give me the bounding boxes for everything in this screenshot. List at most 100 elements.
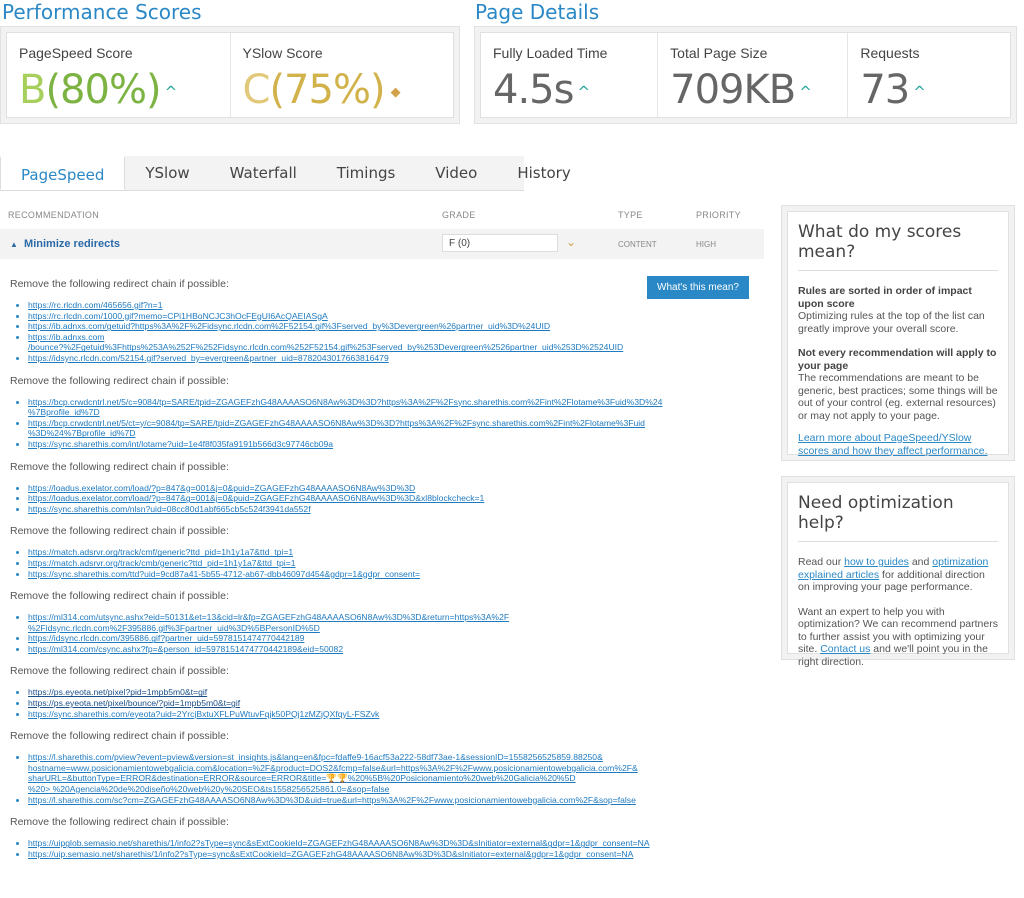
redirect-url-link[interactable]: https://ps.eyeota.net/pixel/bounce/?pid=… — [28, 698, 240, 708]
trend-up-icon: ^ — [799, 83, 812, 101]
type-value: CONTENT — [618, 240, 657, 249]
scores-help-heading-1: Rules are sorted in order of impact upon… — [798, 285, 972, 310]
redirect-url-list: https://uipglob.semasio.net/sharethis/1/… — [10, 838, 750, 859]
list-item: https://sync.sharethis.com/ttd?uid=9cd87… — [28, 569, 750, 580]
help-text-fragment: Read our — [798, 556, 845, 568]
trend-up-icon: ^ — [164, 83, 178, 101]
list-item: https://ml314.com/csync.ashx?fp=&person_… — [28, 644, 750, 655]
redirect-url-link[interactable]: https://idsync.rlcdn.com/395886.gif?part… — [28, 633, 304, 643]
redirect-url-link[interactable]: https://sync.sharethis.com/int/lotame?ui… — [28, 439, 333, 449]
redirect-url-link[interactable]: https://ml314.com/utsync.ashx?eid=50131&… — [28, 612, 509, 633]
redirect-chain-heading: Remove the following redirect chain if p… — [10, 278, 229, 290]
requests-number: 73 — [860, 67, 910, 113]
list-item: https://ps.eyeota.net/pixel?pid=1mpb5m0&… — [28, 687, 750, 698]
list-item: https://ib.adnxs.com/getuid?https%3A%2F%… — [28, 321, 750, 332]
report-tabs: PageSpeed YSlow Waterfall Timings Video … — [0, 156, 571, 191]
redirect-url-list: https://ml314.com/utsync.ashx?eid=50131&… — [10, 612, 750, 654]
collapse-triangle-icon: ▲ — [10, 240, 18, 249]
redirect-url-link[interactable]: https://ib.adnxs.com /bounce?%2Fgetuid%3… — [28, 332, 623, 353]
scores-help-panel: What do my scores mean? Rules are sorted… — [781, 205, 1015, 461]
redirect-chain-group: Remove the following redirect chain if p… — [10, 278, 750, 364]
redirect-url-link[interactable]: https://ib.adnxs.com/getuid?https%3A%2F%… — [28, 321, 550, 331]
redirect-url-link[interactable]: https://rc.rlcdn.com/465656.gif?n=1 — [28, 300, 162, 310]
redirect-url-link[interactable]: https://idsync.rlcdn.com/52154.gif?serve… — [28, 353, 389, 363]
redirect-chain-heading: Remove the following redirect chain if p… — [10, 374, 229, 387]
redirect-url-list: https://l.sharethis.com/pview?event=pvie… — [10, 752, 750, 805]
tab-video[interactable]: Video — [415, 156, 497, 190]
learn-more-link[interactable]: Learn more about PageSpeed/YSlow scores … — [798, 432, 988, 457]
tab-timings[interactable]: Timings — [317, 156, 416, 190]
yslow-score-cell[interactable]: YSlow Score C(75%) ◆ — [231, 33, 454, 117]
redirect-url-link[interactable]: https://l.sharethis.com/pview?event=pvie… — [28, 752, 638, 794]
performance-scores-panel: PageSpeed Score B(80%) ^ YSlow Score C(75… — [0, 26, 460, 124]
redirect-url-link[interactable]: https://ps.eyeota.net/pixel?pid=1mpb5m0&… — [28, 687, 207, 697]
redirect-chain-group: Remove the following redirect chain if p… — [10, 525, 750, 579]
redirect-url-link[interactable]: https://l.sharethis.com/sc?cm=ZGAGEFzhG4… — [28, 795, 636, 805]
redirect-chain-heading: Remove the following redirect chain if p… — [10, 590, 229, 603]
contact-us-link[interactable]: Contact us — [820, 643, 870, 655]
list-item: https://uipglob.semasio.net/sharethis/1/… — [28, 838, 750, 849]
tab-history[interactable]: History — [497, 156, 590, 190]
recommendation-row[interactable]: ▲ Minimize redirects F (0) ⌄ CONTENT HIG… — [0, 229, 764, 259]
redirect-chain-heading: Remove the following redirect chain if p… — [10, 665, 229, 678]
redirect-url-link[interactable]: https://loadus.exelator.com/load/?p=847&… — [28, 483, 415, 493]
page-details-title: Page Details — [475, 0, 600, 24]
redirect-url-link[interactable]: https://sync.sharethis.com/nlsn?uid=08cc… — [28, 504, 311, 514]
list-item: https://uip.semasio.net/sharethis/1/info… — [28, 849, 750, 860]
list-item: https://match.adsrvr.org/track/cmb/gener… — [28, 558, 750, 569]
chevron-down-icon[interactable]: ⌄ — [566, 235, 576, 249]
pagespeed-percent: (80%) — [45, 67, 161, 113]
page-size-value: 709KB ^ — [670, 67, 835, 113]
redirect-url-link[interactable]: https://ml314.com/csync.ashx?fp=&person_… — [28, 644, 343, 654]
optimization-help-text-2: Want an expert to help you with optimiza… — [798, 606, 998, 669]
page-size-label: Total Page Size — [670, 45, 768, 61]
redirect-url-link[interactable]: https://bcp.crwdcntrl.net/5/c=9084/tp=SA… — [28, 397, 662, 418]
redirect-url-link[interactable]: https://sync.sharethis.com/eyeota?uid=2Y… — [28, 709, 379, 719]
redirect-url-link[interactable]: https://uipglob.semasio.net/sharethis/1/… — [28, 838, 650, 848]
trend-up-icon: ^ — [577, 83, 590, 101]
list-item: https://rc.rlcdn.com/1000.gif?memo=CPi1H… — [28, 311, 750, 322]
pagespeed-score-label: PageSpeed Score — [19, 45, 133, 61]
pagespeed-score-cell[interactable]: PageSpeed Score B(80%) ^ — [7, 33, 231, 117]
redirect-url-link[interactable]: https://sync.sharethis.com/ttd?uid=9cd87… — [28, 569, 420, 579]
page-details-panel: Fully Loaded Time 4.5s ^ Total Page Size … — [474, 26, 1017, 124]
redirect-chain-group: Remove the following redirect chain if p… — [10, 375, 750, 450]
help-text-fragment: and — [908, 556, 933, 568]
redirect-chain-heading: Remove the following redirect chain if p… — [10, 816, 229, 829]
scores-help-text-1: Optimizing rules at the top of the list … — [798, 310, 985, 335]
redirect-url-link[interactable]: https://loadus.exelator.com/load/?p=847&… — [28, 493, 484, 503]
scores-help-title: What do my scores mean? — [798, 222, 998, 271]
redirect-url-link[interactable]: https://rc.rlcdn.com/1000.gif?memo=CPi1H… — [28, 311, 328, 321]
redirect-url-link[interactable]: https://match.adsrvr.org/track/cmb/gener… — [28, 558, 296, 568]
redirect-chains: Remove the following redirect chain if p… — [10, 278, 750, 870]
redirect-chain-group: Remove the following redirect chain if p… — [10, 461, 750, 515]
redirect-url-link[interactable]: https://match.adsrvr.org/track/cmf/gener… — [28, 547, 293, 557]
yslow-score-label: YSlow Score — [242, 45, 323, 61]
redirect-chain-group: Remove the following redirect chain if p… — [10, 730, 750, 805]
tab-yslow[interactable]: YSlow — [125, 156, 209, 190]
loaded-time-cell: Fully Loaded Time 4.5s ^ — [481, 33, 659, 117]
redirect-chain-heading: Remove the following redirect chain if p… — [10, 460, 229, 473]
redirect-url-link[interactable]: https://uip.semasio.net/sharethis/1/info… — [28, 849, 633, 859]
tab-pagespeed[interactable]: PageSpeed — [0, 156, 126, 190]
recommendation-name[interactable]: ▲ Minimize redirects — [10, 238, 120, 250]
list-item: https://ps.eyeota.net/pixel/bounce/?pid=… — [28, 698, 750, 709]
list-item: https://rc.rlcdn.com/465656.gif?n=1 — [28, 300, 750, 311]
how-to-guides-link[interactable]: how to guides — [844, 556, 909, 568]
performance-title: Performance Scores — [2, 0, 202, 24]
redirect-url-list: https://rc.rlcdn.com/465656.gif?n=1https… — [10, 300, 750, 364]
type-header: TYPE — [618, 210, 643, 220]
recommendation-title: Minimize redirects — [24, 238, 121, 250]
list-item: https://loadus.exelator.com/load/?p=847&… — [28, 493, 750, 504]
redirect-url-list: https://ps.eyeota.net/pixel?pid=1mpb5m0&… — [10, 687, 750, 719]
optimization-help-title: Need optimization help? — [798, 493, 998, 542]
scores-help-heading-2: Not every recommendation will apply to y… — [798, 347, 997, 372]
priority-value: HIGH — [696, 240, 716, 249]
list-item: https://bcp.crwdcntrl.net/5/ct=y/c=9084/… — [28, 418, 750, 439]
redirect-url-link[interactable]: https://bcp.crwdcntrl.net/5/ct=y/c=9084/… — [28, 418, 645, 439]
tab-waterfall[interactable]: Waterfall — [210, 156, 317, 190]
list-item: https://match.adsrvr.org/track/cmf/gener… — [28, 547, 750, 558]
list-item: https://ib.adnxs.com /bounce?%2Fgetuid%3… — [28, 332, 750, 353]
priority-header: PRIORITY — [696, 210, 741, 220]
loaded-time-value: 4.5s ^ — [493, 67, 645, 113]
